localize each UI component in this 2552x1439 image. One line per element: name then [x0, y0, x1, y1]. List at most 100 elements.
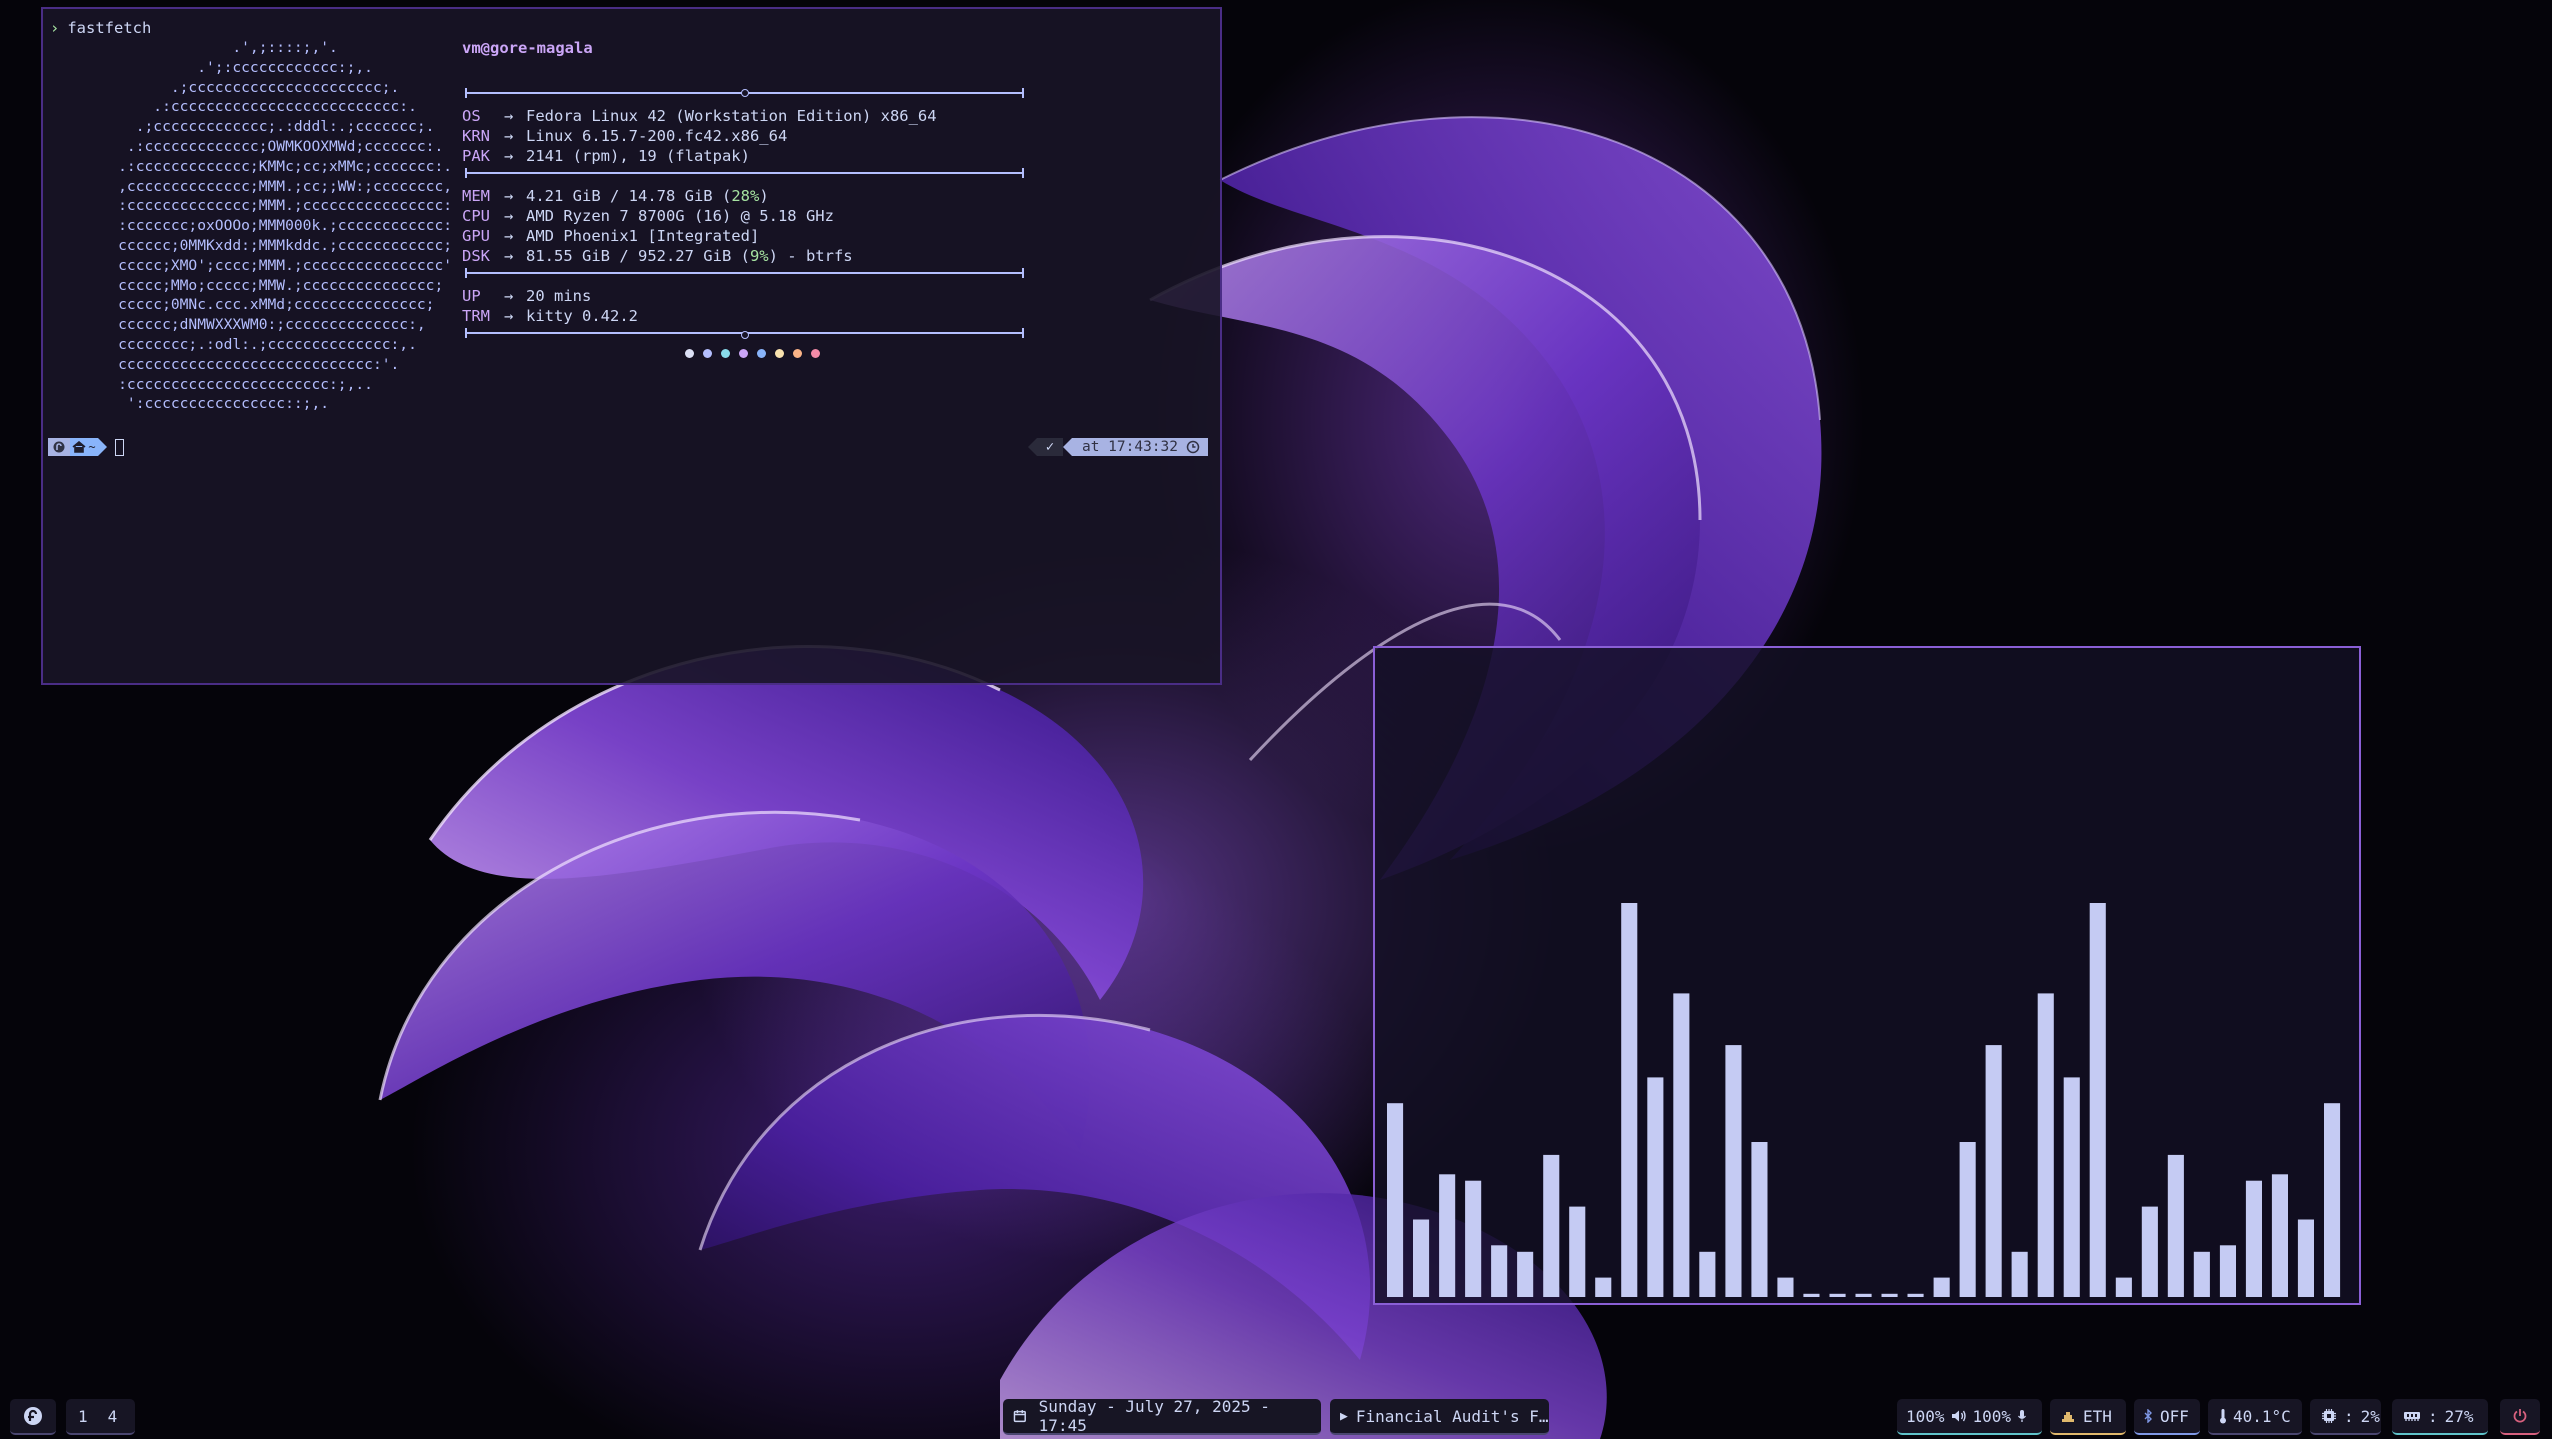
clock-widget[interactable]: Sunday - July 27, 2025 - 17:45: [1003, 1397, 1321, 1435]
visualizer-bar: [1751, 1142, 1768, 1297]
info-value: kitty 0.42.2: [526, 307, 638, 325]
info-key: KRN: [462, 127, 490, 145]
info-value: 4.21 GiB / 14.78 GiB (: [526, 187, 732, 205]
visualizer-bar: [2219, 1245, 2236, 1297]
memory-icon: [2404, 1412, 2420, 1421]
visualizer-bar: [1803, 1293, 1820, 1297]
arrow-icon: →: [504, 187, 514, 205]
arrow-icon: →: [504, 247, 514, 265]
info-row-os: OS → Fedora Linux 42 (Workstation Edition)…: [462, 106, 937, 126]
visualizer-bar: [2297, 1219, 2314, 1297]
workspace-1[interactable]: 1: [78, 1407, 88, 1426]
info-row-cpu: CPU → AMD Ryzen 7 8700G (16) @ 5.18 GHz: [462, 206, 834, 226]
home-icon: ~: [70, 438, 98, 456]
ethernet-icon: [2062, 1412, 2074, 1422]
power-button[interactable]: [2500, 1399, 2540, 1435]
visualizer-bar: [1491, 1245, 1508, 1297]
temperature-widget[interactable]: 40.1°C: [2208, 1399, 2302, 1435]
visualizer-bar: [2115, 1277, 2132, 1297]
visualizer-bar: [2089, 903, 2106, 1297]
visualizer-bar: [1881, 1293, 1898, 1297]
user-host: vm@gore-magala: [462, 39, 593, 57]
info-row-gpu: GPU → AMD Phoenix1 [Integrated]: [462, 226, 759, 246]
cpu-usage: 2%: [2360, 1406, 2380, 1426]
palette-dot: [703, 349, 712, 358]
palette-dot: [685, 349, 694, 358]
visualizer-bar: [1855, 1293, 1872, 1297]
visualizer-bar: [1621, 903, 1638, 1297]
exit-status-check: ✓: [1036, 438, 1063, 456]
separator: [465, 268, 1024, 278]
visualizer-bar: [1569, 1206, 1586, 1297]
memory-usage: 27%: [2444, 1406, 2474, 1426]
cpu-icon: [2322, 1409, 2336, 1423]
info-value: Linux 6.15.7-200.fc42.x86_64: [526, 127, 788, 145]
terminal-window[interactable]: › fastfetch .',;::::;,'. .';:cccccccccccc…: [41, 7, 1222, 685]
desktop: › fastfetch .',;::::;,'. .';:cccccccccccc…: [0, 0, 2552, 1439]
info-percent: 28%: [731, 187, 760, 205]
visualizer-bar: [2063, 1077, 2080, 1297]
info-row-mem: MEM → 4.21 GiB / 14.78 GiB (28%): [462, 186, 769, 206]
play-icon[interactable]: ▶: [1340, 1409, 1348, 1424]
memory-widget[interactable]: : 27%: [2392, 1399, 2488, 1435]
network-widget[interactable]: ETH: [2050, 1399, 2126, 1435]
media-widget[interactable]: ▶ Financial Audit's F…: [1330, 1399, 1549, 1435]
info-row-dsk: DSK → 81.55 GiB / 952.27 GiB (9%) - btrfs: [462, 246, 853, 266]
visualizer-bar: [2271, 1174, 2288, 1297]
info-value: 81.55 GiB / 952.27 GiB (: [526, 247, 750, 265]
microphone-icon: [2018, 1410, 2027, 1422]
prompt-symbol: ›: [50, 19, 60, 37]
bluetooth-widget[interactable]: OFF: [2134, 1399, 2200, 1435]
info-key: MEM: [462, 187, 490, 205]
separator: [465, 328, 1024, 339]
arrow-icon: →: [504, 287, 514, 305]
info-key: UP: [462, 287, 481, 305]
network-label: ETH: [2083, 1406, 2112, 1426]
prompt-status-right: ✓ at 17:43:32: [1027, 437, 1208, 457]
palette-dot: [721, 349, 730, 358]
visualizer-bar: [1907, 1293, 1924, 1297]
speaker-icon: [1951, 1410, 1966, 1422]
clock-text: Sunday - July 27, 2025 - 17:45: [1038, 1397, 1270, 1435]
audio-widget[interactable]: 100% 100%: [1897, 1399, 2042, 1435]
visualizer-bar: [1387, 1103, 1404, 1297]
bluetooth-status: OFF: [2160, 1406, 2189, 1426]
arrow-icon: →: [504, 147, 514, 165]
info-key: TRM: [462, 307, 490, 325]
visualizer-bar: [2324, 1103, 2341, 1297]
launcher-button[interactable]: [10, 1399, 56, 1435]
media-title: Financial Audit's F…: [1355, 1406, 1549, 1426]
audio-visualizer-window[interactable]: [1373, 646, 2361, 1305]
info-row-krn: KRN → Linux 6.15.7-200.fc42.x86_64: [462, 126, 787, 146]
visualizer-bar: [2037, 993, 2054, 1297]
mic-level: 100%: [1972, 1406, 2012, 1426]
palette-dot: [793, 349, 802, 358]
workspaces: 1 4: [66, 1399, 135, 1435]
terminal-cursor: [115, 438, 124, 456]
os-icon: [48, 438, 70, 456]
separator: [465, 168, 1024, 178]
separator: [465, 88, 1024, 98]
info-row-up: UP → 20 mins: [462, 286, 591, 306]
arrow-icon: →: [504, 227, 514, 245]
palette-dot: [811, 349, 820, 358]
prompt-time-text: at 17:43:32: [1081, 439, 1178, 455]
info-suffix: ) - btrfs: [768, 247, 853, 265]
info-row-pak: PAK → 2141 (rpm), 19 (flatpak): [462, 146, 750, 166]
calendar-icon: [1013, 1410, 1026, 1423]
arrow-icon: →: [504, 207, 514, 225]
visualizer-bar: [2141, 1206, 2158, 1297]
workspace-4[interactable]: 4: [108, 1407, 118, 1426]
visualizer-bar: [1725, 1045, 1742, 1297]
bluetooth-icon: [2144, 1409, 2152, 1423]
color-palette: [685, 343, 829, 358]
volume-level: 100%: [1906, 1406, 1945, 1426]
visualizer-bar: [2245, 1180, 2262, 1297]
visualizer-bar: [2167, 1154, 2184, 1297]
fedora-icon: [24, 1407, 42, 1425]
info-key: GPU: [462, 227, 490, 245]
cpu-widget[interactable]: : 2%: [2310, 1399, 2381, 1435]
cpu-label: :: [2344, 1406, 2354, 1426]
prompt-status-left: ~: [48, 437, 124, 457]
info-key: CPU: [462, 207, 490, 225]
